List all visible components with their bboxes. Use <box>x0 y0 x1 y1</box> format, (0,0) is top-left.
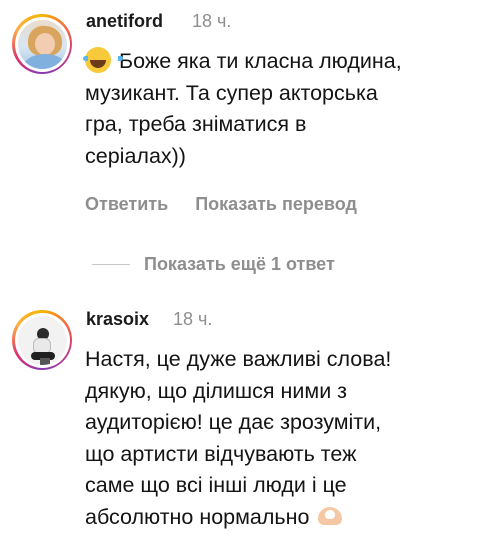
avatar-frame <box>14 312 70 368</box>
comment-timestamp: 18 ч. <box>192 11 232 31</box>
comment-text-block: Боже яка ти класна людина, музикант. Та … <box>83 46 495 172</box>
comment-text-block: Настя, це дуже важливі слова! дякую, що … <box>85 344 495 533</box>
comment-timestamp: 18 ч. <box>173 309 213 329</box>
comment-actions: Ответить Показать перевод <box>85 194 379 215</box>
view-more-replies[interactable]: Показать ещё 1 ответ <box>92 252 335 276</box>
laughing-emoji-icon <box>83 47 123 73</box>
translate-button[interactable]: Показать перевод <box>195 194 357 214</box>
comment-username[interactable]: anetiford <box>86 11 163 32</box>
divider-line <box>92 263 130 265</box>
view-more-replies-label[interactable]: Показать ещё 1 ответ <box>144 254 335 275</box>
story-ring[interactable] <box>12 14 72 74</box>
avatar-frame <box>14 16 70 72</box>
avatar[interactable] <box>17 19 67 69</box>
comment-username[interactable]: krasoix <box>86 309 149 330</box>
avatar[interactable] <box>17 315 67 365</box>
avatar-face <box>34 32 55 55</box>
comment-text: Боже яка ти класна людина, музикант. Та … <box>85 49 402 168</box>
comment-text: Настя, це дуже важливі слова! дякую, що … <box>85 347 392 529</box>
avatar-body <box>23 53 66 69</box>
heart-hands-emoji-icon <box>317 505 343 527</box>
story-ring[interactable] <box>12 310 72 370</box>
avatar-seat <box>39 357 50 365</box>
reply-button[interactable]: Ответить <box>85 194 168 214</box>
